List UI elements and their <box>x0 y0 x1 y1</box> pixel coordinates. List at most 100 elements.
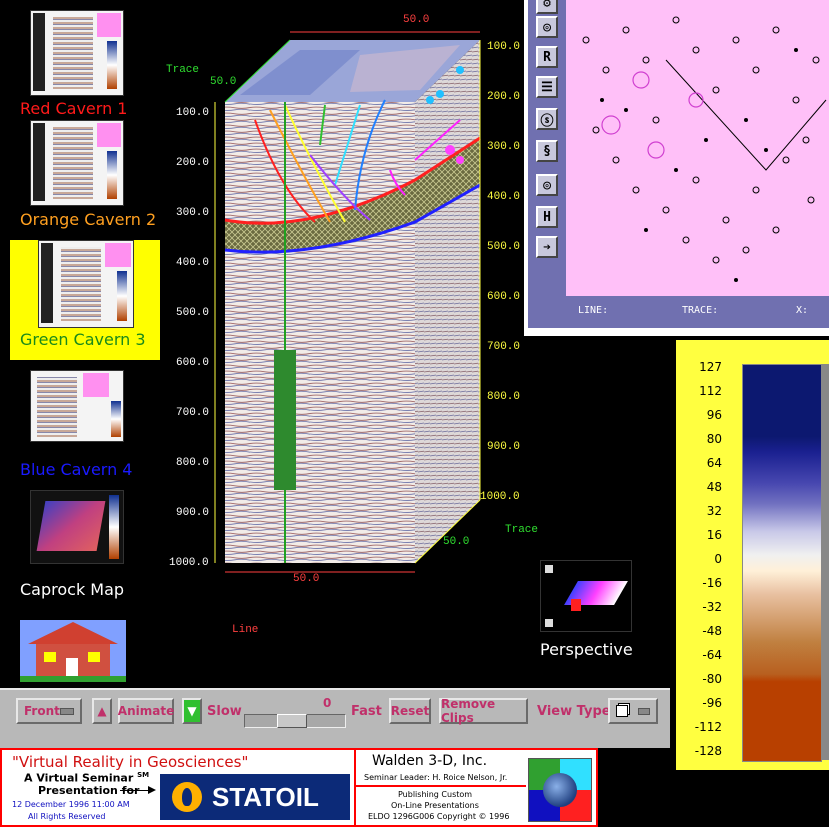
cavern-thumbnail-1[interactable] <box>30 10 124 96</box>
view-select[interactable]: Front <box>16 698 82 724</box>
banner-subtitle: A Virtual Seminar SM <box>24 771 149 785</box>
time-axis-left-label: 900.0 <box>176 507 210 519</box>
banner-publishing-1: Publishing Custom <box>398 790 473 799</box>
banner-copyright: ELDO 1296G006 Copyright © 1996 <box>368 812 510 821</box>
cavern-label-1[interactable]: Red Cavern 1 <box>20 99 127 118</box>
tool-icon[interactable]: ⚙ <box>536 0 558 14</box>
step-up-button[interactable]: ▲ <box>92 698 112 724</box>
time-axis-left-label: 300.0 <box>176 207 210 219</box>
cavern-thumbnail-2[interactable] <box>30 120 124 206</box>
caprock-thumbnail[interactable] <box>30 490 124 564</box>
tool-icon[interactable]: ➔ <box>536 236 558 258</box>
slow-label: Slow <box>207 704 242 719</box>
colorbar-tick: 16 <box>706 528 722 542</box>
colorbar-tick: -64 <box>702 648 722 662</box>
speed-slider-thumb[interactable] <box>277 714 308 728</box>
speed-slider[interactable] <box>244 714 346 728</box>
toolbar-lower-strip <box>0 740 670 748</box>
cavern-thumbnail-3[interactable] <box>38 240 134 328</box>
cavern-3-body <box>274 350 296 490</box>
remove-clips-button[interactable]: Remove Clips <box>439 697 528 725</box>
time-axis-left-label: 1000.0 <box>169 557 209 569</box>
trace-left-label: Trace <box>166 64 200 76</box>
perspective-label[interactable]: Perspective <box>540 640 633 659</box>
cube-top-line-label: 50.0 <box>403 14 430 26</box>
cavern-thumbnail-4[interactable] <box>30 370 124 442</box>
colorbar-tick: 112 <box>699 384 722 398</box>
banner-date: 12 December 1996 11:00 AM <box>12 800 130 809</box>
cavern-label-3[interactable]: Green Cavern 3 <box>20 330 146 349</box>
colorbar-tick: -16 <box>702 576 722 590</box>
time-axis-right-label: 900.0 <box>487 441 521 453</box>
banner-title: "Virtual Reality in Geosciences" <box>12 753 249 771</box>
banner-rule <box>356 785 526 787</box>
globe-icon <box>543 773 577 807</box>
view-select-value: Front <box>24 704 60 718</box>
cube-right-face <box>415 40 480 563</box>
time-axis-left-label: 500.0 <box>176 307 210 319</box>
animate-button[interactable]: Animate <box>118 698 174 724</box>
fast-label: Fast <box>351 704 382 719</box>
home-icon[interactable] <box>20 620 126 682</box>
cube-bottom-line-value: 50.0 <box>293 573 320 585</box>
colorbar-tick: 32 <box>706 504 722 518</box>
basemap-canvas[interactable] <box>566 0 829 296</box>
tool-icon[interactable]: ☰ <box>536 76 558 98</box>
tool-icon[interactable]: R <box>536 46 558 68</box>
caprock-map-label[interactable]: Caprock Map <box>20 580 124 599</box>
view-type-select[interactable] <box>608 698 658 724</box>
colorbar-tick: -80 <box>702 672 722 686</box>
trace-right-value: 50.0 <box>443 536 470 548</box>
statoil-flame-icon <box>172 782 202 812</box>
basemap-window: ⚙ ◎ R ☰ ⓢ § ◎ H ➔ LINE: TRACE: X: <box>524 0 829 336</box>
time-axis-right-label: 500.0 <box>487 241 521 253</box>
view-type-label: View Type <box>537 704 611 719</box>
colorbar-tick: -128 <box>694 744 722 758</box>
cube-icon <box>616 705 628 717</box>
statoil-wordmark: STATOIL <box>212 782 319 812</box>
trace-right-label: Trace <box>505 524 539 536</box>
arrow-head-icon <box>148 786 156 794</box>
time-axis-right-label: 300.0 <box>487 141 521 153</box>
colorbar-tick: 127 <box>699 360 722 374</box>
time-axis-left-label: 400.0 <box>176 257 210 269</box>
step-down-button[interactable]: ▼ <box>182 698 202 724</box>
seismic-cube-view[interactable] <box>160 10 530 630</box>
speed-value: 0 <box>323 696 332 710</box>
cavern-label-2[interactable]: Orange Cavern 2 <box>20 210 156 229</box>
selected-cavern-highlight[interactable]: Green Cavern 3 <box>10 240 160 360</box>
status-line-label: LINE: <box>578 305 609 316</box>
time-axis-right-label: 1000.0 <box>480 491 520 503</box>
tool-icon[interactable]: ◎ <box>536 16 558 38</box>
colorbar-tick: 80 <box>706 432 722 446</box>
colorbar-tick: -112 <box>694 720 722 734</box>
basemap-toolbar: ⚙ ◎ R ☰ ⓢ § ◎ H ➔ <box>528 0 566 328</box>
colorbar-scroll[interactable] <box>822 364 829 760</box>
dropdown-icon <box>638 708 650 715</box>
walden-logo <box>528 758 592 822</box>
reset-button[interactable]: Reset <box>389 698 431 724</box>
tool-icon[interactable]: H <box>536 206 558 228</box>
tool-icon[interactable]: ⓢ <box>536 108 558 130</box>
tool-icon[interactable]: § <box>536 140 558 162</box>
time-axis-left-label: 600.0 <box>176 357 210 369</box>
banner-leader: Seminar Leader: H. Roice Nelson, Jr. <box>364 773 508 782</box>
colorbar-tick: 48 <box>706 480 722 494</box>
banner-sm-mark: SM <box>137 771 150 779</box>
banner-divider <box>354 750 356 825</box>
perspective-thumbnail[interactable] <box>540 560 632 632</box>
banner-publishing-2: On-Line Presentations <box>391 801 479 810</box>
banner-company: Walden 3-D, Inc. <box>372 753 488 769</box>
tool-icon[interactable]: ◎ <box>536 174 558 196</box>
seminar-banner: "Virtual Reality in Geosciences" A Virtu… <box>0 748 598 827</box>
time-axis-left-label: 100.0 <box>176 107 210 119</box>
colorbar-tick: 96 <box>706 408 722 422</box>
colorbar-tick: 0 <box>714 552 722 566</box>
dropdown-icon <box>60 708 74 715</box>
status-x-label: X: <box>796 305 809 316</box>
cavern-label-4[interactable]: Blue Cavern 4 <box>20 460 132 479</box>
time-axis-right-label: 700.0 <box>487 341 521 353</box>
time-axis-right-label: 800.0 <box>487 391 521 403</box>
colorbar-tick: 64 <box>706 456 722 470</box>
time-axis-right-label: 600.0 <box>487 291 521 303</box>
